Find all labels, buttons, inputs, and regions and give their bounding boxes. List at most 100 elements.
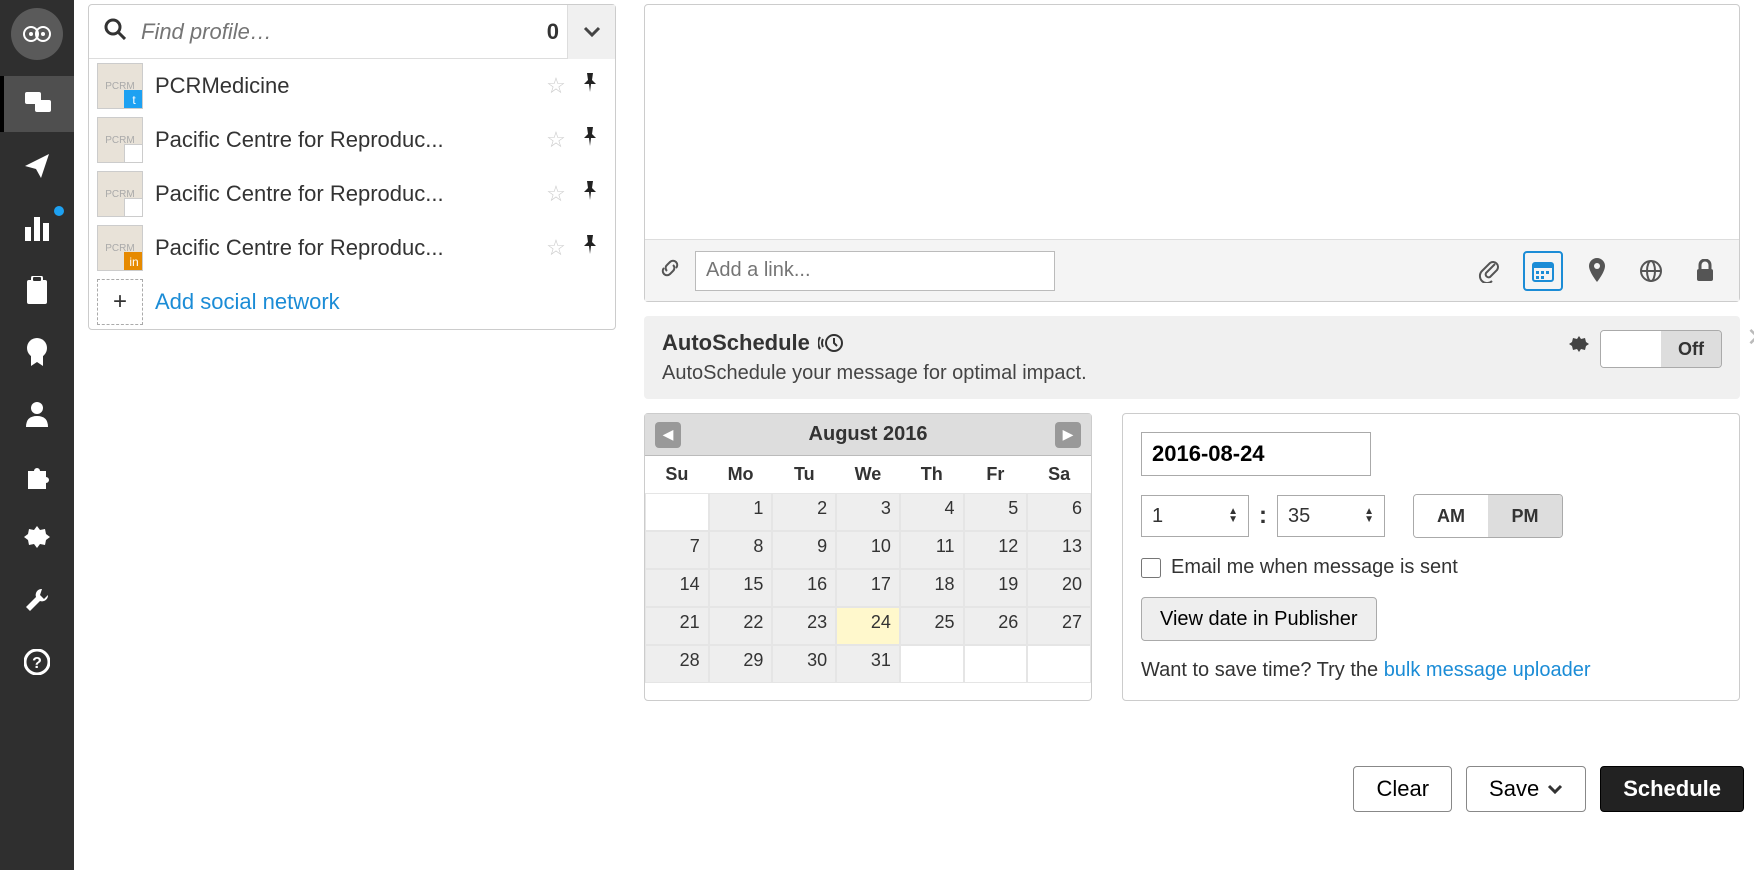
app-logo[interactable]: [11, 8, 63, 60]
globe-icon: [1639, 259, 1663, 283]
pin-button[interactable]: [573, 181, 607, 207]
wrench-icon: [24, 587, 50, 613]
calendar-day[interactable]: 5: [964, 493, 1028, 531]
profile-list: PCRMt PCRMedicine ☆ PCRM◫ Pacific Centre…: [89, 59, 615, 275]
calendar-day[interactable]: 8: [709, 531, 773, 569]
chevron-down-icon: [583, 26, 601, 38]
nav-streams[interactable]: [0, 76, 74, 132]
pin-button[interactable]: [573, 235, 607, 261]
bulk-uploader-link[interactable]: bulk message uploader: [1384, 659, 1591, 681]
calendar-day[interactable]: 25: [900, 607, 964, 645]
calendar-grid: SuMoTuWeThFrSa12345678910111213141516171…: [645, 456, 1091, 683]
favorite-button[interactable]: ☆: [539, 73, 573, 99]
puzzle-icon: [24, 463, 50, 489]
autoschedule-toggle[interactable]: Off: [1600, 330, 1722, 368]
autoschedule-settings-button[interactable]: [1568, 335, 1590, 363]
profile-row[interactable]: PCRM◫ Pacific Centre for Reproduc... ☆: [89, 113, 615, 167]
calendar-day[interactable]: 30: [772, 645, 836, 683]
calendar-day[interactable]: 16: [772, 569, 836, 607]
calendar-day[interactable]: 2: [772, 493, 836, 531]
schedule-submit-button[interactable]: Schedule: [1600, 766, 1744, 812]
nav-campaigns[interactable]: [0, 324, 74, 380]
calendar-day[interactable]: 26: [964, 607, 1028, 645]
schedule-button[interactable]: [1523, 251, 1563, 291]
profile-row[interactable]: PCRM◫ Pacific Centre for Reproduc... ☆: [89, 167, 615, 221]
am-option[interactable]: AM: [1414, 495, 1488, 537]
calendar-day[interactable]: 11: [900, 531, 964, 569]
favorite-button[interactable]: ☆: [539, 235, 573, 261]
calendar-day[interactable]: 9: [772, 531, 836, 569]
profile-chevron-button[interactable]: [567, 5, 615, 59]
favorite-button[interactable]: ☆: [539, 181, 573, 207]
message-textarea[interactable]: [645, 5, 1739, 239]
calendar-day[interactable]: 28: [645, 645, 709, 683]
calendar-day[interactable]: 20: [1027, 569, 1091, 607]
pin-button[interactable]: [573, 127, 607, 153]
gear-icon: [24, 525, 50, 551]
nav-publisher[interactable]: [0, 138, 74, 194]
hour-stepper[interactable]: 1▲▼: [1141, 495, 1249, 537]
calendar-day[interactable]: 10: [836, 531, 900, 569]
calendar-day[interactable]: 3: [836, 493, 900, 531]
nav-assignments[interactable]: [0, 262, 74, 318]
pin-button[interactable]: [573, 73, 607, 99]
profile-row[interactable]: PCRMin Pacific Centre for Reproduc... ☆: [89, 221, 615, 275]
calendar-day[interactable]: 6: [1027, 493, 1091, 531]
calendar-day[interactable]: 27: [1027, 607, 1091, 645]
calendar-day[interactable]: 12: [964, 531, 1028, 569]
attach-button[interactable]: [1469, 251, 1509, 291]
calendar-dow: Th: [900, 456, 964, 493]
minute-stepper[interactable]: 35▲▼: [1277, 495, 1385, 537]
profile-search-input[interactable]: [141, 19, 547, 45]
calendar-day[interactable]: 19: [964, 569, 1028, 607]
calendar-day[interactable]: 21: [645, 607, 709, 645]
favorite-button[interactable]: ☆: [539, 127, 573, 153]
calendar-day[interactable]: 14: [645, 569, 709, 607]
calendar-prev-button[interactable]: ◀: [655, 422, 681, 448]
calendar-next-button[interactable]: ▶: [1055, 422, 1081, 448]
ampm-toggle[interactable]: AM PM: [1413, 494, 1563, 538]
calendar-day[interactable]: 15: [709, 569, 773, 607]
calendar-blank: [645, 493, 709, 531]
calendar-day[interactable]: 7: [645, 531, 709, 569]
email-notify-row[interactable]: Email me when message is sent: [1141, 556, 1721, 579]
targeting-button[interactable]: [1685, 251, 1725, 291]
privacy-button[interactable]: [1631, 251, 1671, 291]
calendar-day[interactable]: 31: [836, 645, 900, 683]
date-input[interactable]: [1141, 432, 1371, 476]
calendar-day[interactable]: 17: [836, 569, 900, 607]
nav-tools[interactable]: [0, 572, 74, 628]
nav-help[interactable]: ?: [0, 634, 74, 690]
email-notify-label: Email me when message is sent: [1171, 556, 1458, 579]
network-badge-icon: in: [124, 252, 143, 271]
add-social-link[interactable]: Add social network: [155, 289, 340, 315]
clear-button[interactable]: Clear: [1353, 766, 1452, 812]
calendar-day[interactable]: 13: [1027, 531, 1091, 569]
profile-row[interactable]: PCRMt PCRMedicine ☆: [89, 59, 615, 113]
close-schedule-button[interactable]: ✕: [1746, 322, 1754, 353]
calendar-day[interactable]: 29: [709, 645, 773, 683]
add-social-row: + Add social network: [89, 275, 615, 329]
nav-contacts[interactable]: [0, 386, 74, 442]
calendar-day[interactable]: 22: [709, 607, 773, 645]
calendar-day[interactable]: 18: [900, 569, 964, 607]
email-notify-checkbox[interactable]: [1141, 558, 1161, 578]
calendar-day[interactable]: 23: [772, 607, 836, 645]
link-input[interactable]: [695, 251, 1055, 291]
pm-option[interactable]: PM: [1488, 495, 1562, 537]
profile-count: 0: [547, 19, 559, 45]
location-button[interactable]: [1577, 251, 1617, 291]
add-social-button[interactable]: +: [97, 279, 143, 325]
calendar-dow: Su: [645, 456, 709, 493]
composer-area: AutoSchedule AutoSchedule your message f…: [644, 4, 1740, 701]
view-publisher-button[interactable]: View date in Publisher: [1141, 597, 1377, 641]
save-button[interactable]: Save: [1466, 766, 1586, 812]
lock-icon: [1695, 259, 1715, 283]
nav-settings[interactable]: [0, 510, 74, 566]
person-icon: [25, 401, 49, 427]
nav-analytics[interactable]: [0, 200, 74, 256]
calendar-day[interactable]: 24: [836, 607, 900, 645]
calendar-day[interactable]: 4: [900, 493, 964, 531]
nav-apps[interactable]: [0, 448, 74, 504]
calendar-day[interactable]: 1: [709, 493, 773, 531]
